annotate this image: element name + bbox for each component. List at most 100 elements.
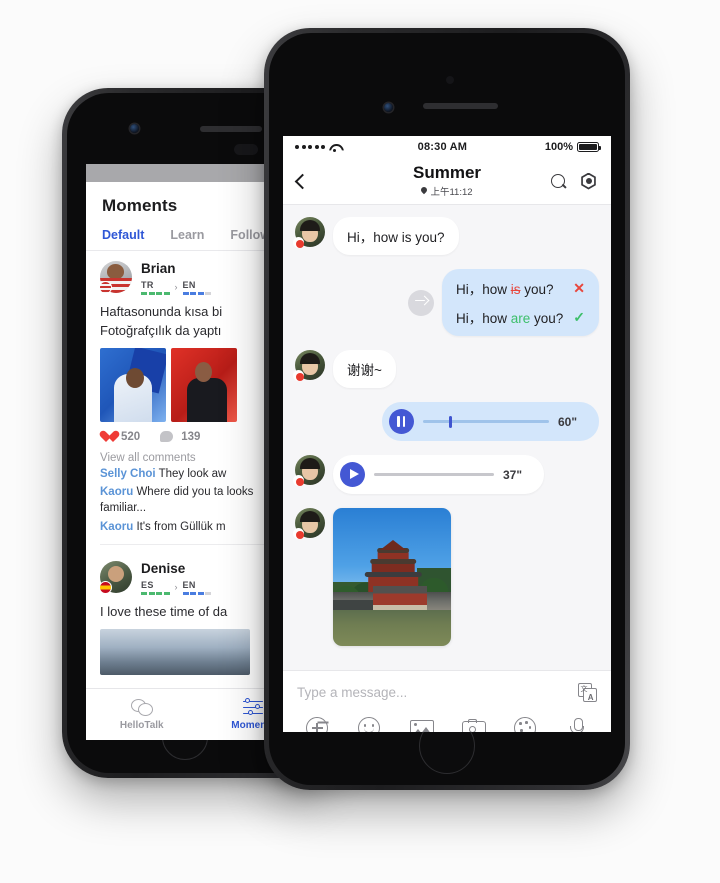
status-bar-right: 100%: [544, 141, 601, 153]
correct-word: are: [510, 311, 531, 326]
settings-hex-icon[interactable]: [580, 173, 597, 190]
message-input-area: Type a message... 文A: [283, 670, 611, 732]
message-row-correction: Hi，how is you? ✕ Hi，how are you? ✓: [295, 269, 599, 336]
front-camera-icon: [384, 103, 393, 112]
message-row-incoming: Hi，how is you?: [293, 217, 599, 255]
message-bubble-text[interactable]: Hi，how is you?: [333, 217, 459, 255]
correction-fixed: Hi，how are you? ✓: [456, 307, 585, 327]
voice-progress-track[interactable]: [423, 415, 549, 428]
heart-icon[interactable]: [100, 431, 113, 443]
gallery-icon[interactable]: [409, 716, 434, 732]
message-bubble-correction[interactable]: Hi，how is you? ✕ Hi，how are you? ✓: [441, 269, 599, 336]
status-bar-left: [295, 143, 340, 152]
message-row-voice-incoming: 37": [293, 455, 599, 494]
voice-duration: 37": [503, 467, 523, 482]
right-phone-screen: 08:30 AM 100% Summer 上午11:12 Hi，how is y…: [283, 136, 611, 732]
avatar[interactable]: [293, 350, 325, 381]
lang-from-level: [141, 292, 170, 295]
proximity-sensor: [446, 76, 454, 84]
tab-default[interactable]: Default: [102, 228, 144, 242]
lang-from-level: [141, 592, 170, 595]
comment-text: It's from Güllük m: [136, 520, 226, 533]
lang-from: TR: [141, 280, 154, 291]
lang-to: EN: [182, 280, 196, 291]
voice-message-bubble[interactable]: 60": [382, 402, 599, 441]
message-input-row: Type a message... 文A: [283, 671, 611, 712]
message-row-voice-outgoing: 60": [295, 402, 599, 441]
voice-duration: 60": [558, 414, 578, 429]
status-bar: 08:30 AM 100%: [283, 136, 611, 158]
emoji-icon[interactable]: [357, 716, 381, 732]
cross-icon: ✕: [573, 280, 585, 296]
input-tools-row: [283, 712, 611, 732]
chat-message-list[interactable]: Hi，how is you? Hi，how is you? ✕ Hi，how a…: [283, 205, 611, 670]
tab-hellotalk[interactable]: HelloTalk: [86, 689, 198, 740]
voice-progress-track[interactable]: [374, 473, 494, 476]
country-flag-badge: [293, 528, 304, 539]
comment-text: They look aw: [158, 467, 227, 480]
country-flag-badge: [293, 370, 304, 381]
lang-to: EN: [182, 580, 196, 591]
country-flag-badge: [99, 281, 112, 294]
tab-learn[interactable]: Learn: [170, 228, 204, 242]
status-bar-time: 08:30 AM: [417, 141, 468, 153]
comment-author[interactable]: Kaoru: [100, 486, 133, 498]
screenshot-stage: Moments Default Learn Follow Brian TR › …: [0, 0, 720, 883]
sliders-icon: [243, 697, 264, 716]
wifi-icon: [329, 143, 340, 152]
right-phone-device: 08:30 AM 100% Summer 上午11:12 Hi，how is y…: [264, 28, 630, 790]
search-icon[interactable]: [551, 173, 566, 189]
country-flag-badge: [293, 237, 304, 248]
battery-percent: 100%: [544, 141, 573, 153]
doodle-icon[interactable]: [513, 716, 537, 732]
wrong-word: is: [510, 282, 521, 297]
play-button[interactable]: [340, 462, 365, 487]
camera-icon[interactable]: [461, 716, 486, 732]
microphone-icon[interactable]: [565, 716, 589, 732]
correction-fixed-text: Hi，how are you?: [455, 311, 564, 326]
location-pin-icon: [421, 187, 427, 195]
message-row-incoming: 谢谢~: [293, 350, 599, 388]
avatar[interactable]: [293, 508, 325, 539]
avatar[interactable]: [99, 560, 132, 594]
post-photo-2[interactable]: [171, 347, 237, 422]
photo-hall: [373, 586, 428, 612]
like-count: 520: [121, 430, 141, 443]
comment-bubble-icon[interactable]: [160, 431, 174, 443]
comment-author[interactable]: Selly Choi: [100, 468, 156, 480]
post-photo-1[interactable]: [100, 347, 166, 422]
correction-original-text: Hi，how is you?: [455, 282, 554, 297]
lang-to-level: [182, 592, 211, 595]
share-arrow-icon[interactable]: [407, 289, 434, 316]
chat-header: Summer 上午11:12: [283, 158, 611, 204]
comment-count: 139: [181, 430, 201, 443]
correction-original: Hi，how is you? ✕: [456, 278, 585, 298]
lang-to-level: [182, 292, 211, 295]
lang-arrow-icon: ›: [174, 282, 178, 293]
battery-icon: [576, 142, 601, 152]
avatar[interactable]: [293, 455, 325, 486]
voice-message-bubble[interactable]: 37": [333, 455, 544, 494]
right-phone-top-bezel: [283, 62, 611, 132]
message-bubble-text[interactable]: 谢谢~: [333, 350, 396, 388]
earpiece-speaker: [200, 126, 262, 132]
earpiece-speaker: [423, 103, 498, 109]
message-input[interactable]: Type a message...: [297, 685, 568, 700]
voice-progress-knob[interactable]: [449, 415, 452, 428]
back-button[interactable]: [294, 173, 311, 189]
country-flag-badge: [99, 580, 112, 594]
chat-icon: [131, 698, 154, 716]
translate-icon[interactable]: 文A: [578, 683, 597, 702]
add-icon[interactable]: [305, 716, 329, 732]
lang-arrow-icon: ›: [174, 582, 178, 593]
pause-button[interactable]: [389, 409, 414, 434]
message-image[interactable]: [333, 508, 451, 646]
avatar[interactable]: [293, 217, 325, 248]
tab-hellotalk-label: HelloTalk: [119, 719, 164, 731]
photo-water: [333, 610, 451, 646]
post-photo-1[interactable]: [100, 628, 250, 675]
avatar[interactable]: [99, 261, 132, 294]
front-camera-icon: [130, 124, 139, 133]
country-flag-badge: [293, 475, 304, 486]
comment-author[interactable]: Kaoru: [100, 521, 133, 533]
